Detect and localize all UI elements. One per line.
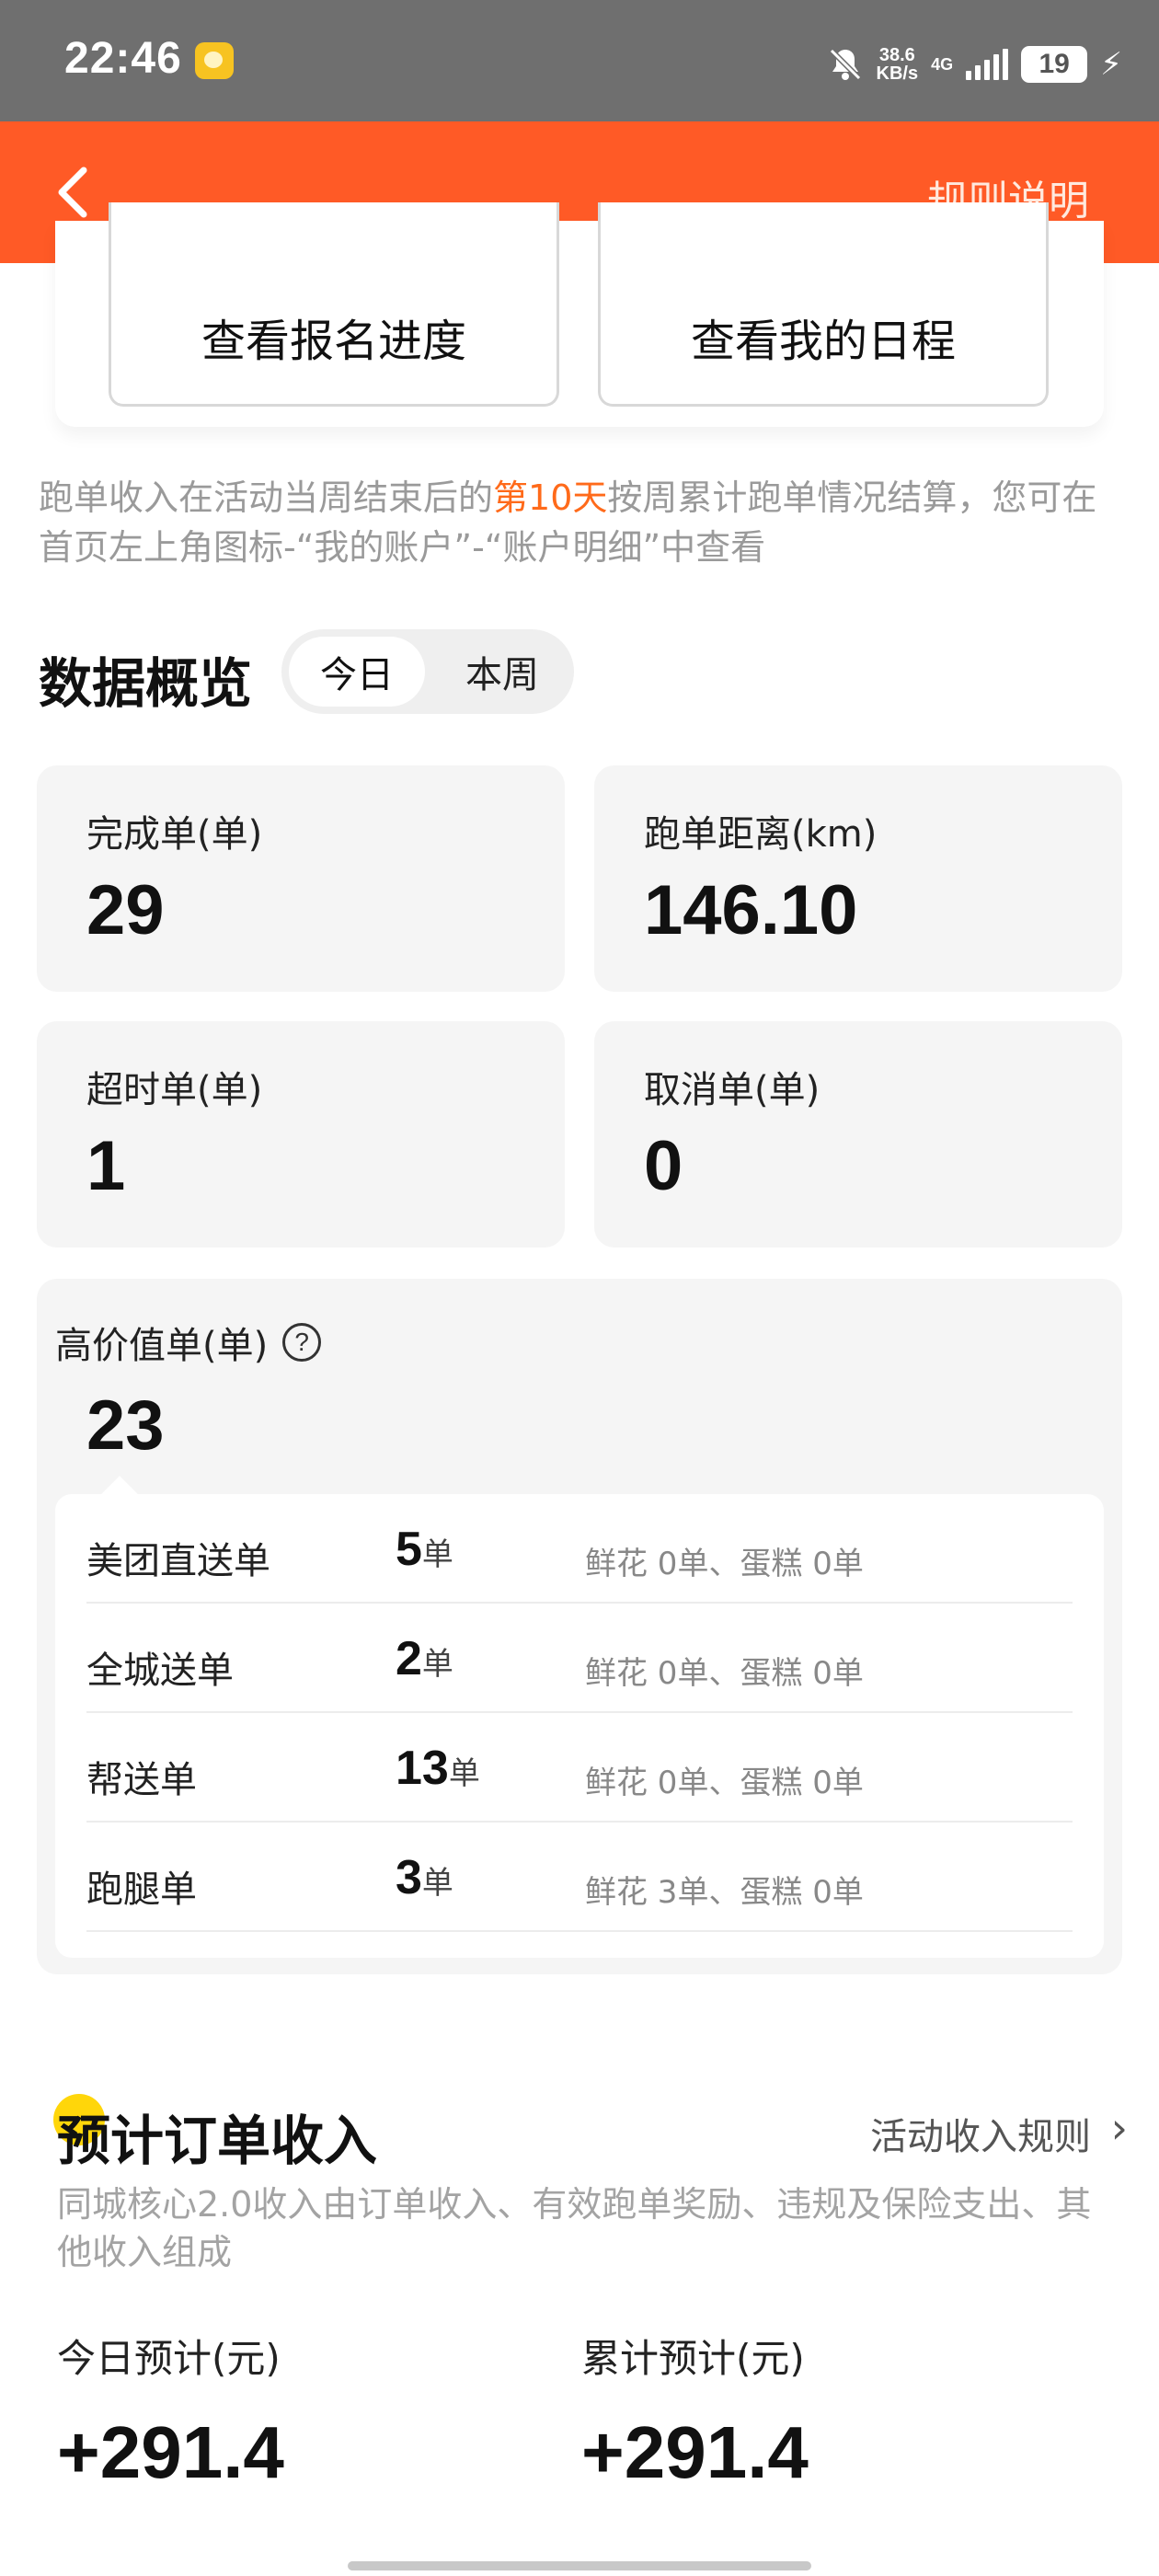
- income-description: 同城核心2.0收入由订单收入、有效跑单奖励、违规及保险支出、其他收入组成: [57, 2184, 1092, 2272]
- stat-label: 取消单(单): [644, 1069, 820, 1111]
- back-button[interactable]: [40, 160, 105, 224]
- count-number: 3: [396, 1851, 422, 1904]
- network-type: 4G: [931, 54, 954, 74]
- high-value-card: 高价值单(单) ? 23 美团直送单 5单 鲜花 0单、蛋糕 0单 全城送单 2…: [37, 1279, 1122, 1974]
- order-detail: 鲜花 3单、蛋糕 0单: [585, 1874, 864, 1911]
- stat-label: 完成单(单): [86, 813, 263, 856]
- charging-icon: ⚡: [1100, 46, 1122, 83]
- list-item: 全城送单 2单 鲜花 0单、蛋糕 0单: [55, 1604, 1104, 1713]
- notice-text-1: 跑单收入在活动当周结束后的: [39, 477, 494, 518]
- signal-icon: [966, 49, 1009, 80]
- count-unit: 单: [421, 1536, 453, 1573]
- high-value-breakdown: 美团直送单 5单 鲜花 0单、蛋糕 0单 全城送单 2单 鲜花 0单、蛋糕 0单…: [55, 1494, 1104, 1958]
- order-count: 13 单: [396, 1741, 480, 1796]
- app-notification-icon: [195, 42, 234, 79]
- tab-this-week[interactable]: 本周: [434, 637, 570, 707]
- period-tabs: 今日 本周: [281, 629, 574, 714]
- count-number: 13: [396, 1742, 449, 1795]
- action-card: 查看报名进度 查看我的日程: [55, 202, 1104, 427]
- speed-unit: KB/s: [876, 63, 919, 84]
- list-item: 帮送单 13 单 鲜花 0单、蛋糕 0单: [55, 1713, 1104, 1823]
- status-indicators: 38.6 KB/s 4G 19 ⚡: [827, 37, 1122, 92]
- today-estimate-label: 今日预计(元): [57, 2336, 281, 2381]
- completed-orders-card: 完成单(单) 29: [37, 765, 565, 992]
- status-bar: 22:46 38.6 KB/s 4G 19 ⚡: [0, 0, 1159, 121]
- count-unit: 单: [448, 1755, 480, 1792]
- income-title: 预计订单收入: [57, 2110, 378, 2172]
- count-number: 2: [396, 1632, 422, 1685]
- stat-value: 1: [86, 1127, 126, 1205]
- today-estimate-value: +291.4: [57, 2411, 284, 2493]
- order-detail: 鲜花 0单、蛋糕 0单: [585, 1655, 864, 1692]
- stat-value: 0: [644, 1127, 683, 1205]
- help-icon[interactable]: ?: [282, 1323, 322, 1362]
- chevron-right-icon[interactable]: ›: [1111, 2103, 1128, 2153]
- list-item: 美团直送单 5单 鲜花 0单、蛋糕 0单: [55, 1494, 1104, 1604]
- order-type: 美团直送单: [86, 1540, 270, 1582]
- distance-card: 跑单距离(km) 146.10: [594, 765, 1122, 992]
- bell-muted-icon: [827, 46, 864, 83]
- list-item: 跑腿单 3单 鲜花 3单、蛋糕 0单: [55, 1823, 1104, 1932]
- speed-value: 38.6: [878, 45, 915, 65]
- home-indicator[interactable]: [348, 2561, 811, 2570]
- tab-today[interactable]: 今日: [289, 637, 425, 707]
- view-my-schedule-button[interactable]: 查看我的日程: [598, 202, 1049, 407]
- order-count: 3单: [396, 1850, 453, 1905]
- battery-icon: 19: [1021, 46, 1088, 83]
- overview-title: 数据概览: [39, 652, 253, 715]
- network-speed: 38.6 KB/s: [877, 46, 919, 83]
- high-value-count: 23: [86, 1386, 165, 1465]
- order-count: 5单: [396, 1522, 453, 1577]
- stat-value: 146.10: [644, 871, 858, 949]
- income-rules-link[interactable]: 活动收入规则: [870, 2107, 1091, 2160]
- cancelled-orders-card: 取消单(单) 0: [594, 1021, 1122, 1248]
- count-unit: 单: [421, 1865, 453, 1902]
- high-value-label: 高价值单(单): [55, 1325, 269, 1367]
- settlement-notice: 跑单收入在活动当周结束后的第10天按周累计跑单情况结算，您可在首页左上角图标-“…: [39, 473, 1124, 572]
- total-estimate-value: +291.4: [581, 2411, 809, 2493]
- order-detail: 鲜花 0单、蛋糕 0单: [585, 1765, 864, 1801]
- count-number: 5: [396, 1523, 422, 1576]
- order-count: 2单: [396, 1631, 453, 1686]
- order-type: 全城送单: [86, 1650, 234, 1692]
- notice-highlight: 第10天: [493, 477, 608, 518]
- order-type: 跑腿单: [86, 1869, 197, 1911]
- total-estimate-label: 累计预计(元): [581, 2336, 805, 2381]
- order-type: 帮送单: [86, 1759, 197, 1801]
- count-unit: 单: [421, 1646, 453, 1683]
- stat-label: 超时单(单): [86, 1069, 263, 1111]
- view-registration-progress-button[interactable]: 查看报名进度: [109, 202, 559, 407]
- status-time: 22:46: [64, 34, 182, 83]
- high-value-label-group: 高价值单(单) ?: [55, 1316, 322, 1369]
- divider: [86, 1930, 1073, 1932]
- stat-value: 29: [86, 871, 165, 949]
- chevron-left-icon: [58, 167, 87, 218]
- overtime-orders-card: 超时单(单) 1: [37, 1021, 565, 1248]
- order-detail: 鲜花 0单、蛋糕 0单: [585, 1546, 864, 1582]
- stat-label: 跑单距离(km): [644, 813, 878, 856]
